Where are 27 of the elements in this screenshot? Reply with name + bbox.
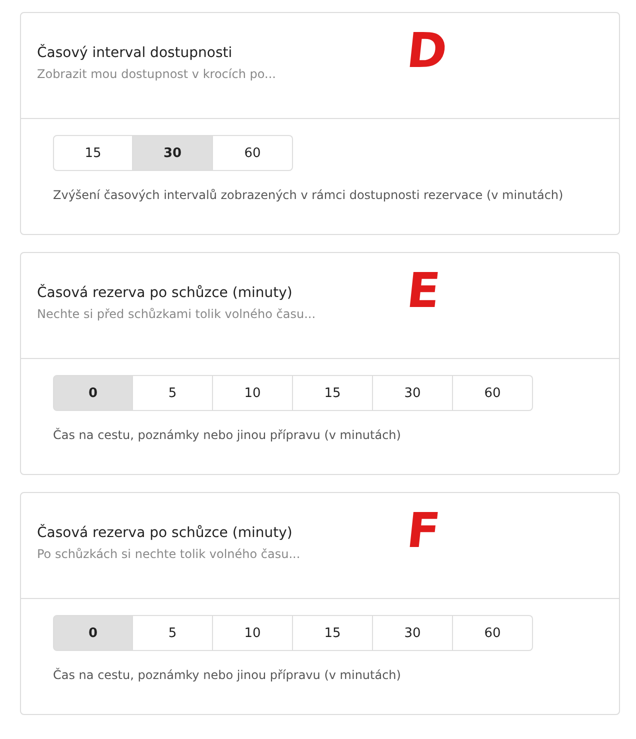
option-button[interactable]: 5 xyxy=(133,375,213,411)
card-subtitle: Po schůzkách si nechte tolik volného času... xyxy=(37,547,302,561)
option-button[interactable]: 60 xyxy=(453,375,533,411)
option-button[interactable]: 10 xyxy=(213,615,293,651)
option-button[interactable]: 15 xyxy=(53,135,133,171)
option-button[interactable]: 30 xyxy=(133,135,213,171)
option-button[interactable]: 60 xyxy=(453,615,533,651)
annotation-letter: D xyxy=(404,27,450,75)
option-button[interactable]: 30 xyxy=(373,375,453,411)
option-button[interactable]: 5 xyxy=(133,615,213,651)
help-text: Čas na cestu, poznámky nebo jinou přípravu (v minutách) xyxy=(53,428,402,442)
card-title: Časový interval dostupnosti xyxy=(37,45,234,61)
card-title: Časová rezerva po schůzce (minuty) xyxy=(37,525,294,541)
option-button[interactable]: 60 xyxy=(213,135,293,171)
annotation-letter: E xyxy=(404,267,442,315)
card-subtitle: Nechte si před schůzkami tolik volného času... xyxy=(37,307,317,321)
option-button[interactable]: 0 xyxy=(53,375,133,411)
card-subtitle: Zobrazit mou dostupnost v krocích po... xyxy=(37,67,277,81)
option-button[interactable]: 0 xyxy=(53,615,133,651)
annotation-letter: F xyxy=(404,507,442,555)
option-button[interactable]: 10 xyxy=(213,375,293,411)
option-button[interactable]: 15 xyxy=(293,375,373,411)
card-title: Časová rezerva po schůzce (minuty) xyxy=(37,285,294,301)
help-text: Zvýšení časových intervalů zobrazených v rámci dostupnosti rezervace (v minutách) xyxy=(53,188,564,202)
option-button[interactable]: 15 xyxy=(293,615,373,651)
help-text: Čas na cestu, poznámky nebo jinou přípravu (v minutách) xyxy=(53,668,402,682)
option-button[interactable]: 30 xyxy=(373,615,453,651)
